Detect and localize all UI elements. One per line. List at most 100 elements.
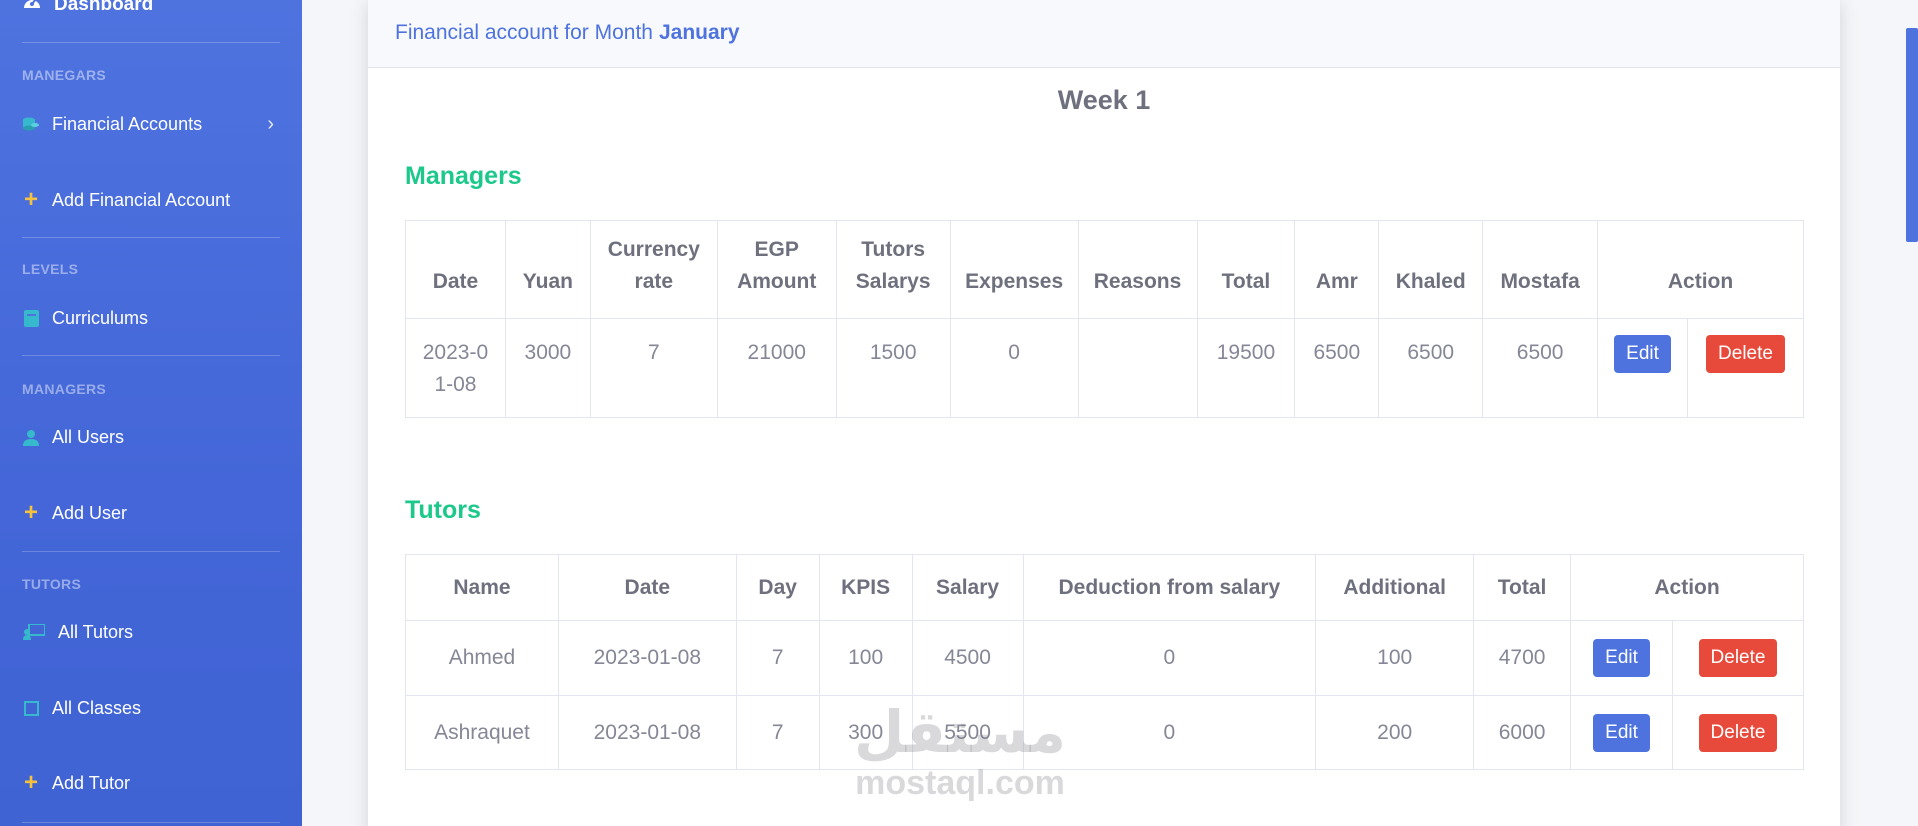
cell-date: 2023-01-08 bbox=[557, 695, 737, 770]
cell-kpis: 100 bbox=[818, 620, 913, 696]
managers-table: Date Yuan Currency rate EGP Amount Tutor… bbox=[405, 220, 1805, 418]
cell-yuan: 3000 bbox=[504, 318, 591, 418]
tutors-header-row: Name Date Day KPIS Salary Deduction from… bbox=[405, 554, 1804, 621]
cell-total: 6000 bbox=[1473, 695, 1572, 770]
cell-kpis: 300 bbox=[818, 695, 913, 770]
sidebar-divider bbox=[22, 237, 280, 238]
col-kpis: KPIS bbox=[818, 554, 913, 621]
square-icon bbox=[22, 699, 40, 717]
sidebar-item-label: Curriculums bbox=[52, 307, 149, 328]
sidebar-item-add-tutor[interactable]: + Add Tutor bbox=[22, 768, 280, 798]
delete-button[interactable]: Delete bbox=[1698, 639, 1778, 677]
cell-total: 19500 bbox=[1196, 318, 1296, 418]
sidebar-item-label: All Classes bbox=[52, 697, 142, 718]
cell-day: 7 bbox=[735, 620, 820, 696]
sidebar-item-label: Financial Accounts bbox=[52, 113, 203, 134]
col-amr: Amr bbox=[1294, 220, 1380, 319]
col-currency-rate-label: Currency rate bbox=[607, 238, 700, 293]
cell-additional: 200 bbox=[1315, 695, 1475, 770]
plus-icon: + bbox=[23, 769, 38, 796]
table-row: Ashraquet 2023-01-08 7 300 5500 0 200 60… bbox=[405, 695, 1804, 770]
col-reasons: Reasons bbox=[1077, 220, 1198, 319]
cell-deduction: 0 bbox=[1022, 695, 1317, 770]
cell-amr: 6500 bbox=[1294, 318, 1380, 418]
sidebar-item-curriculums[interactable]: Curriculums bbox=[22, 303, 280, 333]
cell-salary: 4500 bbox=[911, 620, 1024, 696]
user-icon bbox=[22, 428, 40, 446]
sidebar-item-financial-accounts[interactable]: Financial Accounts › bbox=[22, 109, 280, 139]
sidebar-item-label: Add Tutor bbox=[52, 772, 131, 793]
col-day: Day bbox=[735, 554, 820, 621]
col-additional: Additional bbox=[1315, 554, 1475, 621]
cell-khaled: 6500 bbox=[1378, 318, 1484, 418]
cell-rate: 7 bbox=[589, 318, 718, 418]
sidebar-item-label: All Tutors bbox=[58, 621, 134, 642]
col-date: Date bbox=[405, 220, 506, 319]
sidebar-brand-dashboard[interactable]: Dashboard bbox=[22, 0, 153, 20]
week-title: Week 1 bbox=[1057, 85, 1151, 115]
col-mostafa: Mostafa bbox=[1482, 220, 1599, 319]
sidebar-heading-manegars: MANEGARS bbox=[22, 67, 107, 83]
cell-mostafa: 6500 bbox=[1482, 318, 1599, 418]
col-egp-amount-label: EGP Amount bbox=[737, 238, 817, 293]
sidebar-item-add-financial-account[interactable]: + Add Financial Account bbox=[22, 185, 280, 215]
col-khaled: Khaled bbox=[1378, 220, 1484, 319]
sidebar-divider bbox=[22, 355, 280, 356]
cell-delete: Delete bbox=[1672, 620, 1804, 696]
col-salary: Salary bbox=[911, 554, 1024, 621]
cell-day: 7 bbox=[735, 695, 820, 770]
cell-edit: Edit bbox=[1570, 620, 1673, 696]
managers-section-title: Managers bbox=[405, 162, 522, 190]
sidebar-heading-managers: MANAGERS bbox=[22, 381, 107, 397]
cell-name: Ahmed bbox=[405, 620, 559, 696]
sidebar-item-all-classes[interactable]: All Classes bbox=[22, 693, 280, 723]
col-total: Total bbox=[1196, 220, 1296, 319]
delete-button[interactable]: Delete bbox=[1706, 335, 1785, 373]
chalkboard-teacher-icon bbox=[22, 623, 46, 641]
tutors-section-title: Tutors bbox=[405, 496, 481, 524]
cell-edit: Edit bbox=[1570, 695, 1673, 770]
sidebar-divider bbox=[22, 822, 280, 823]
edit-button[interactable]: Edit bbox=[1593, 713, 1650, 752]
table-row: Ahmed 2023-01-08 7 100 4500 0 100 4700 E… bbox=[405, 620, 1804, 696]
sidebar-item-label: Add Financial Account bbox=[52, 189, 231, 210]
col-deduction: Deduction from salary bbox=[1022, 554, 1317, 621]
sidebar-item-all-tutors[interactable]: All Tutors bbox=[22, 617, 280, 647]
cell-egp-amount: 21000 bbox=[716, 318, 837, 418]
edit-button[interactable]: Edit bbox=[1614, 335, 1671, 373]
cell-name: Ashraquet bbox=[405, 695, 559, 770]
cell-tutors-salarys: 1500 bbox=[835, 318, 951, 418]
sidebar-heading-tutors: TUTORS bbox=[22, 576, 82, 592]
cell-salary: 5500 bbox=[911, 695, 1024, 770]
table-row: 2023-01-08 3000 7 21000 1500 0 19500 650… bbox=[405, 318, 1805, 418]
col-action: Action bbox=[1570, 554, 1804, 621]
sidebar: Dashboard MANEGARS Financial Accounts › … bbox=[0, 0, 302, 826]
financial-account-card: Financial account for Month January Week… bbox=[368, 0, 1840, 826]
col-yuan: Yuan bbox=[504, 220, 591, 319]
delete-button[interactable]: Delete bbox=[1698, 713, 1778, 752]
edit-button[interactable]: Edit bbox=[1593, 639, 1650, 677]
cell-deduction: 0 bbox=[1022, 620, 1317, 696]
sidebar-item-all-users[interactable]: All Users bbox=[22, 422, 280, 452]
col-tutors-salarys-label: Tutors Salarys bbox=[855, 238, 931, 293]
sidebar-divider bbox=[22, 551, 280, 552]
scrollbar-thumb[interactable] bbox=[1906, 28, 1918, 242]
col-currency-rate: Currency rate bbox=[589, 220, 718, 319]
book-icon bbox=[22, 309, 40, 327]
col-name: Name bbox=[405, 554, 559, 621]
managers-header-row: Date Yuan Currency rate EGP Amount Tutor… bbox=[405, 220, 1804, 319]
chevron-right-icon: › bbox=[267, 112, 274, 135]
card-header-prefix: Financial account for Month bbox=[395, 20, 653, 44]
sidebar-item-add-user[interactable]: + Add User bbox=[22, 498, 280, 528]
tutors-table: Name Date Day KPIS Salary Deduction from… bbox=[405, 554, 1804, 770]
cell-reasons bbox=[1077, 318, 1198, 418]
sidebar-divider bbox=[22, 42, 280, 43]
sidebar-item-label: All Users bbox=[52, 426, 125, 447]
col-egp-amount: EGP Amount bbox=[716, 220, 837, 319]
col-action: Action bbox=[1597, 220, 1804, 319]
cell-date: 2023-01-08 bbox=[405, 318, 506, 418]
sidebar-heading-levels: LEVELS bbox=[22, 261, 79, 277]
card-header-month: January bbox=[658, 20, 740, 44]
col-date: Date bbox=[557, 554, 737, 621]
cell-delete: Delete bbox=[1672, 695, 1804, 770]
